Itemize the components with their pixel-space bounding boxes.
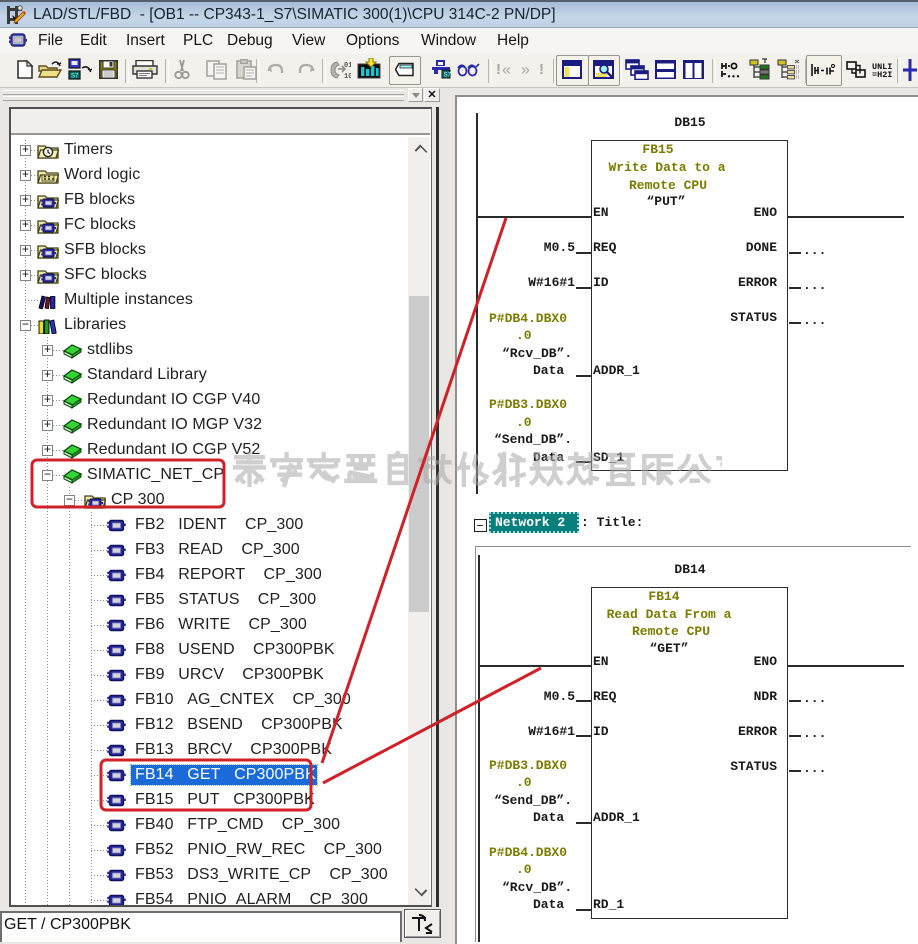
svg-text:!: ! [539,61,544,78]
svg-text:10: 10 [344,73,351,80]
svg-text:=H2I: =H2I [872,70,892,78]
svg-text:«: « [502,62,511,79]
svg-text:01: 01 [344,62,351,70]
svg-text:»: » [521,62,530,79]
svg-text:S7: S7 [71,74,79,80]
svg-text:S7: S7 [444,73,452,79]
svg-text:!: ! [496,61,501,78]
